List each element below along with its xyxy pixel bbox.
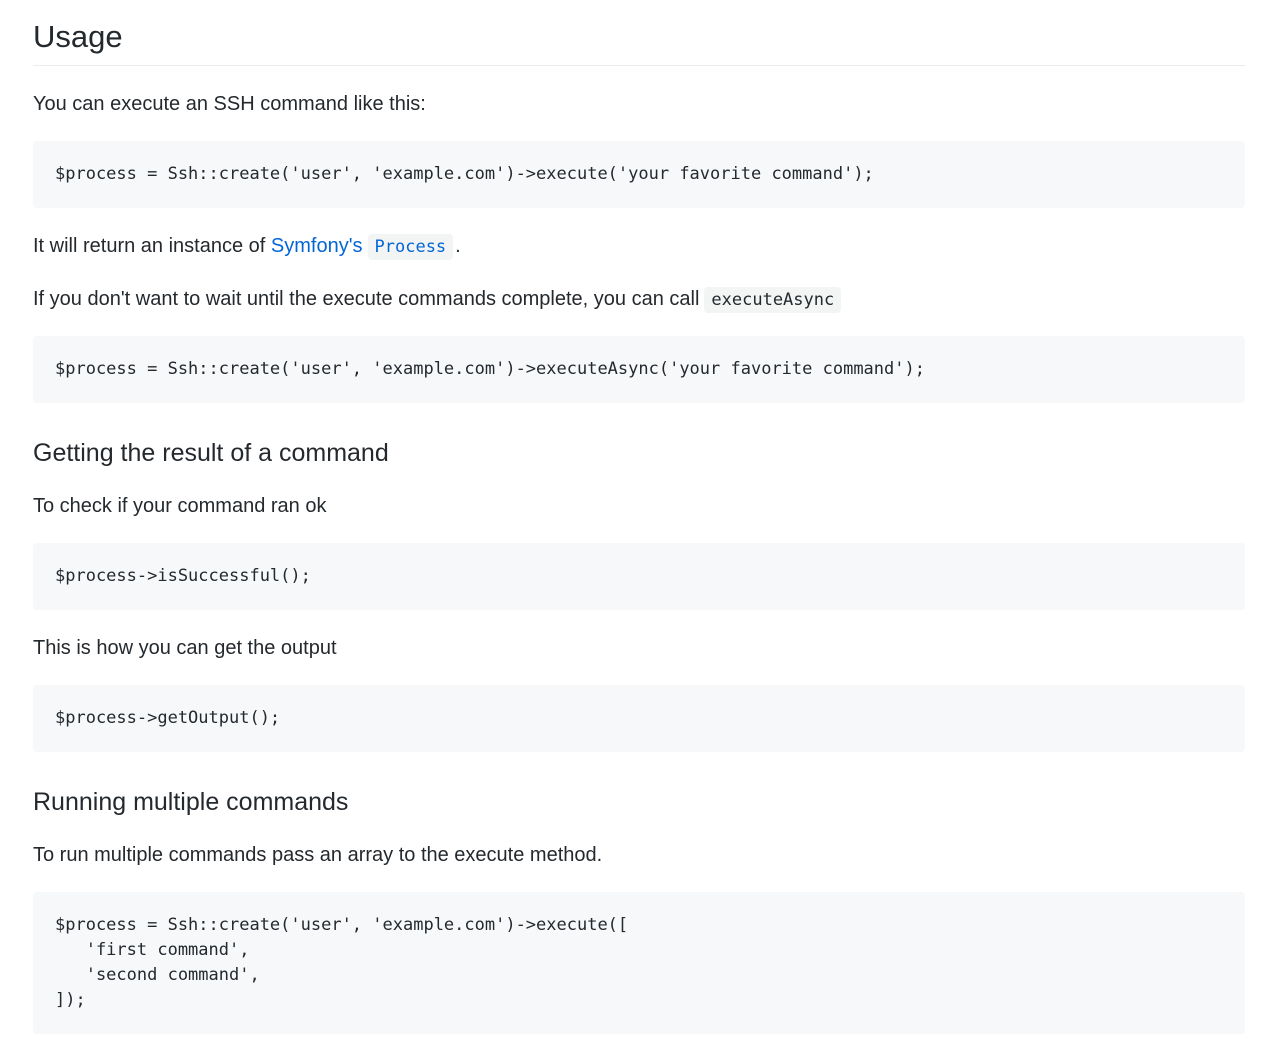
return-suffix: . bbox=[455, 235, 461, 257]
multiple-commands-heading: Running multiple commands bbox=[33, 788, 349, 816]
process-inline-code: Process bbox=[367, 234, 454, 260]
check-success-text: To check if your command ran ok bbox=[33, 495, 327, 517]
heading-divider bbox=[33, 65, 1245, 66]
code-block-execute-async[interactable]: $process = Ssh::create('user', 'example.… bbox=[33, 336, 1245, 403]
symfony-link[interactable]: Symfony's bbox=[271, 235, 363, 257]
return-prefix: It will return an instance of bbox=[33, 235, 271, 257]
multiple-commands-text: To run multiple commands pass an array t… bbox=[33, 844, 603, 866]
usage-heading: Usage bbox=[33, 19, 123, 54]
async-sentence: If you don't want to wait until the exec… bbox=[33, 288, 700, 310]
async-text: If you don't want to wait until the exec… bbox=[33, 284, 843, 315]
process-link[interactable]: Process bbox=[363, 234, 456, 260]
code-block-execute[interactable]: $process = Ssh::create('user', 'example.… bbox=[33, 141, 1245, 208]
return-instance-text: It will return an instance of Symfony's P… bbox=[33, 231, 461, 262]
execute-async-inline-code: executeAsync bbox=[704, 287, 842, 313]
usage-intro-text: You can execute an SSH command like this… bbox=[33, 93, 426, 115]
code-block-multiple-commands[interactable]: $process = Ssh::create('user', 'example.… bbox=[33, 892, 1245, 1034]
result-heading: Getting the result of a command bbox=[33, 439, 389, 467]
code-block-get-output[interactable]: $process->getOutput(); bbox=[33, 685, 1245, 752]
get-output-text: This is how you can get the output bbox=[33, 637, 337, 659]
code-block-is-successful[interactable]: $process->isSuccessful(); bbox=[33, 543, 1245, 610]
readme-content: Usage You can execute an SSH command lik… bbox=[0, 0, 1280, 1052]
